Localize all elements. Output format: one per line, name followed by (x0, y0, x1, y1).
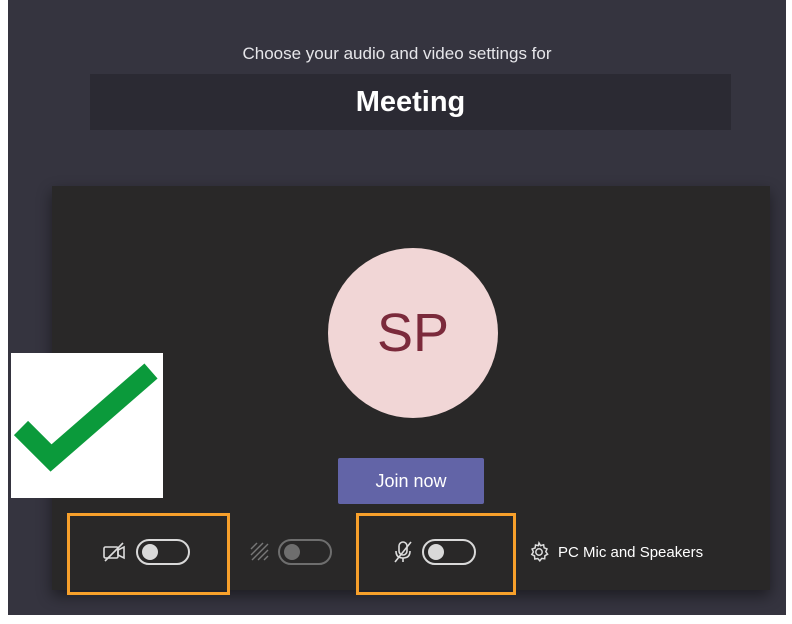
join-now-button[interactable]: Join now (338, 458, 484, 504)
background-toggle (278, 539, 332, 565)
avatar-initials: SP (376, 303, 450, 363)
device-settings-label: PC Mic and Speakers (558, 543, 704, 561)
device-settings[interactable]: PC Mic and Speakers (528, 534, 703, 570)
meeting-title-box: Meeting (90, 74, 731, 130)
background-effects-control (248, 534, 332, 570)
avatar: SP (328, 248, 498, 418)
gear-icon[interactable] (528, 541, 550, 563)
checkmark-icon (13, 363, 158, 472)
mic-highlight-box (356, 513, 516, 595)
camera-highlight-box (67, 513, 230, 595)
background-toggle-knob (284, 544, 300, 560)
checkmark-panel (11, 353, 163, 498)
background-blur-icon (248, 541, 270, 563)
settings-subtitle: Choose your audio and video settings for (242, 44, 552, 63)
meeting-title: Meeting (355, 85, 466, 118)
